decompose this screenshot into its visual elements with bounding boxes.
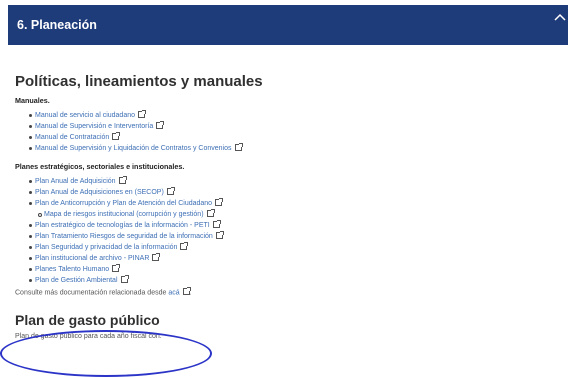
manuales-label: Manuales. [15,96,50,105]
external-link-icon [182,287,191,295]
list-item[interactable]: Mapa de riesgos institucional (corrupció… [15,208,560,220]
list-item[interactable]: Plan Anual de Adquisiciones en (SECOP) [15,186,560,198]
list-item[interactable]: Plan institucional de archivo - PINAR [15,252,560,264]
external-link-icon [112,263,121,272]
planes-list: Plan Anual de Adquisición Plan Anual de … [15,175,560,286]
list-item[interactable]: Planes Talento Humano [15,263,560,275]
planes-label: Planes estratégicos, sectoriales e insti… [15,162,185,171]
external-link-icon [156,120,165,129]
policies-heading: Políticas, lineamientos y manuales [15,73,263,90]
list-item[interactable]: Manual de Supervisión y Liquidación de C… [15,142,560,154]
external-link-icon [215,230,224,239]
external-link-icon [206,208,215,217]
external-link-icon [152,252,161,261]
list-item[interactable]: Plan estratégico de tecnologías de la in… [15,219,560,231]
list-item[interactable]: Plan de Gestión Ambiental [15,274,560,286]
list-item[interactable]: Plan Seguridad y privacidad de la inform… [15,241,560,253]
external-link-icon [120,274,129,283]
more-docs-note: Consulte más documentación relacionada d… [15,287,192,297]
list-item[interactable]: Plan de Anticorrupción y Plan de Atenció… [15,197,560,209]
external-link-icon [180,241,189,250]
list-item[interactable]: Manual de Supervisión e Interventoría [15,120,560,132]
chevron-up-icon[interactable] [553,11,567,25]
external-link-icon [118,175,127,184]
external-link-icon [234,142,243,151]
external-link-icon [212,219,221,228]
external-link-icon [166,186,175,195]
list-item[interactable]: Plan Tratamiento Riesgos de seguridad de… [15,230,560,242]
highlight-oval [0,330,212,377]
more-docs-link[interactable]: acá [168,289,179,296]
gasto-heading: Plan de gasto público [15,312,160,329]
list-item[interactable]: Manual de servicio al ciudadano [15,109,560,121]
list-item[interactable]: Plan Anual de Adquisición [15,175,560,187]
external-link-icon [112,131,121,140]
manuales-list: Manual de servicio al ciudadano Manual d… [15,109,560,154]
section-content: Políticas, lineamientos y manuales Manua… [15,57,560,340]
external-link-icon [215,197,224,206]
external-link-icon [138,109,147,118]
section-title: 6. Planeación [17,18,97,32]
section-header[interactable]: 6. Planeación [8,5,568,45]
list-item[interactable]: Manual de Contratación [15,131,560,143]
